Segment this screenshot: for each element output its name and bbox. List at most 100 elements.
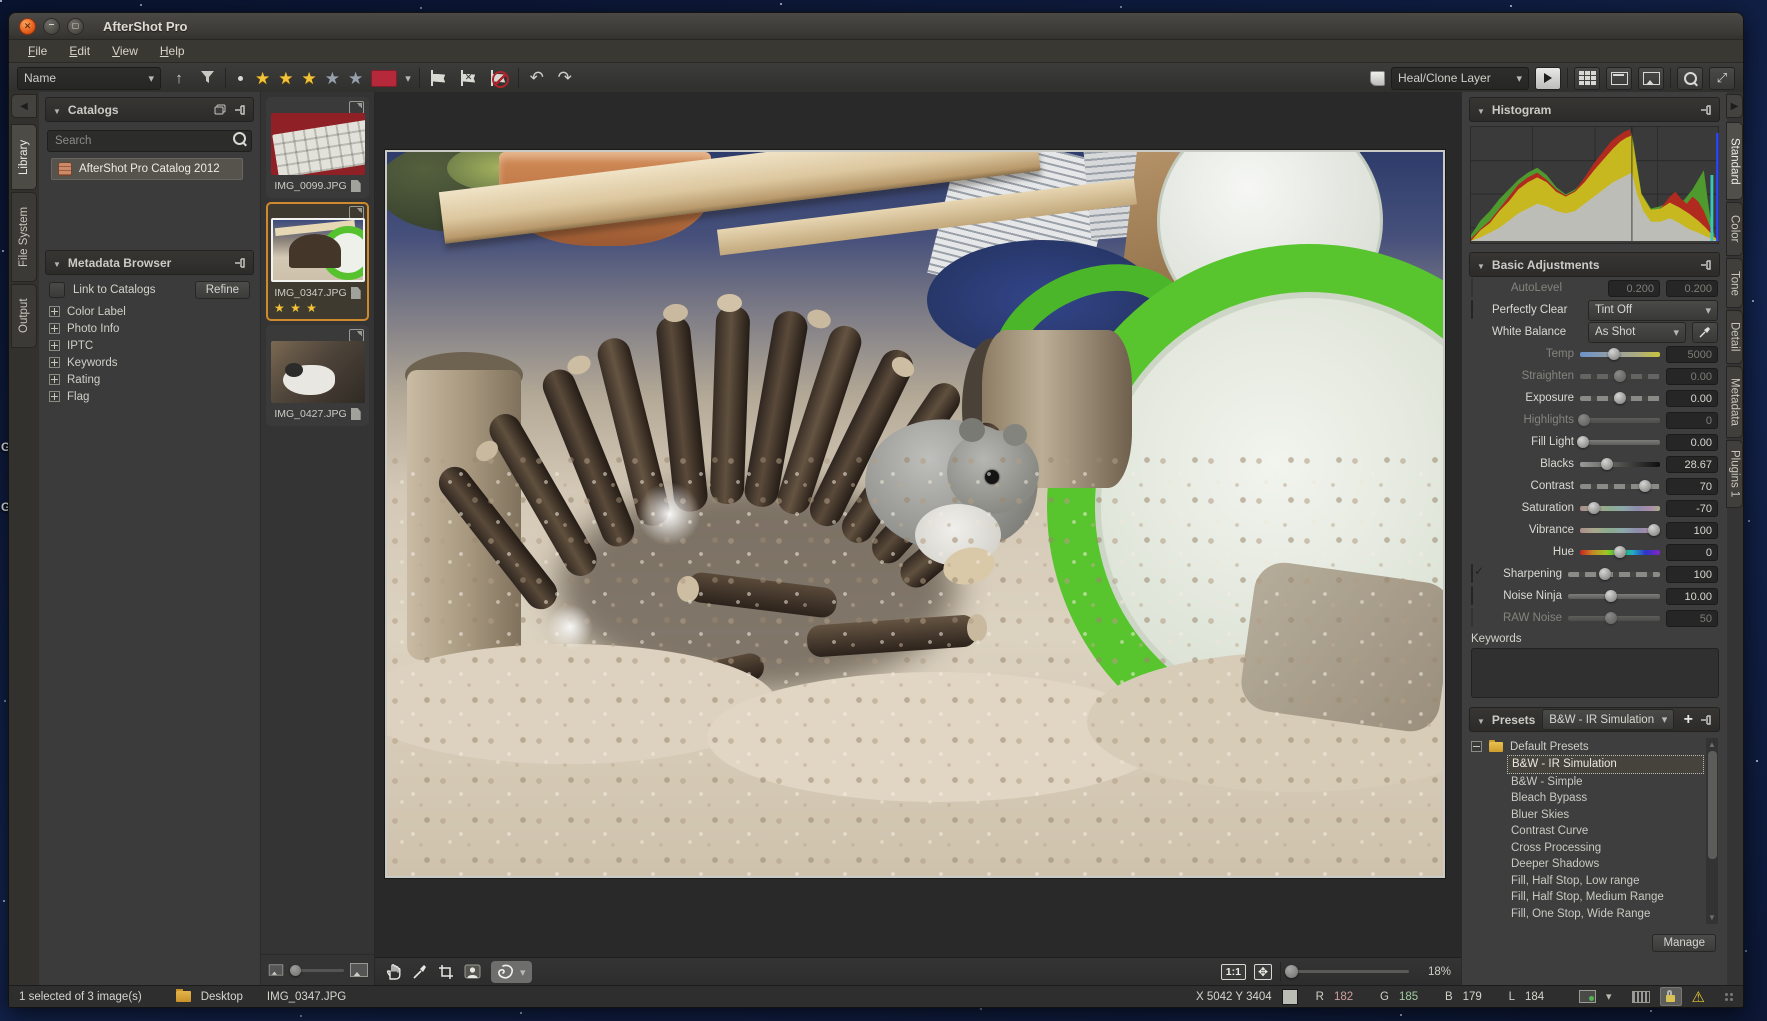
catalog-item[interactable]: AfterShot Pro Catalog 2012 (51, 158, 243, 180)
photo-canvas[interactable] (387, 152, 1443, 876)
preset-item[interactable]: Fill, Half Stop, Low range (1507, 873, 1704, 890)
preset-folder-row[interactable]: Default Presets (1471, 738, 1704, 755)
undo-icon[interactable] (527, 68, 547, 88)
pin-icon[interactable] (234, 104, 246, 116)
scrollbar-thumb[interactable] (1708, 751, 1717, 859)
contrast-slider[interactable] (1580, 484, 1660, 489)
preset-item[interactable]: Fill, One Stop, Wide Range (1507, 906, 1704, 923)
preset-item[interactable]: B&W - IR Simulation (1507, 755, 1704, 774)
magnifier-icon[interactable] (1677, 67, 1703, 90)
tab-metadata[interactable]: Metadata (1726, 366, 1743, 438)
expand-plus-icon[interactable] (49, 357, 60, 368)
minimize-icon[interactable] (43, 18, 60, 35)
tab-plugins-1[interactable]: Plugins 1 (1726, 440, 1743, 508)
slider-knob[interactable] (1588, 502, 1600, 514)
heal-clone-dropdown-caret[interactable] (520, 963, 526, 981)
slider-knob[interactable] (1614, 392, 1626, 404)
large-thumbnails-icon[interactable] (350, 963, 368, 977)
noise-ninja-checkbox[interactable] (1471, 586, 1473, 605)
expand-plus-icon[interactable] (49, 306, 60, 317)
tab-detail[interactable]: Detail (1726, 310, 1743, 364)
image-view-icon[interactable] (1638, 67, 1664, 90)
warning-icon[interactable]: ⚠ (1692, 988, 1705, 1006)
collapse-triangle-icon[interactable] (1477, 713, 1485, 727)
metadata-item-keywords[interactable]: Keywords (45, 354, 254, 371)
pin-icon[interactable] (1700, 104, 1712, 116)
white-balance-dropdown[interactable]: As Shot (1588, 322, 1686, 343)
presets-header[interactable]: Presets B&W - IR Simulation + (1469, 707, 1720, 732)
preset-item[interactable]: B&W - Simple (1507, 774, 1704, 791)
slider-knob[interactable] (1577, 436, 1589, 448)
highlights-slider[interactable] (1580, 418, 1660, 423)
raw-noise-slider[interactable] (1568, 616, 1660, 621)
small-thumbnails-icon[interactable] (269, 964, 283, 975)
flag-unpick-icon[interactable] (458, 69, 480, 87)
star-icon[interactable]: ★ (302, 70, 317, 87)
pin-icon[interactable] (234, 257, 246, 269)
slider-knob[interactable] (1578, 414, 1590, 426)
slider-knob[interactable] (1614, 546, 1626, 558)
tab-tone[interactable]: Tone (1726, 258, 1743, 308)
star-icon[interactable]: ★ (278, 70, 293, 87)
thumbnail-image[interactable] (271, 113, 365, 175)
lock-icon[interactable] (1660, 987, 1682, 1006)
maximize-icon[interactable] (67, 18, 84, 35)
preset-item[interactable]: Cross Processing (1507, 840, 1704, 857)
tab-output[interactable]: Output (11, 284, 37, 348)
sort-ascending-icon[interactable] (169, 70, 189, 87)
slider-knob[interactable] (290, 965, 301, 976)
straighten-slider[interactable] (1580, 374, 1660, 379)
catalog-search[interactable] (47, 130, 252, 152)
display-profile-caret[interactable] (1606, 990, 1612, 1003)
hue-value[interactable]: 0 (1666, 544, 1718, 561)
thumbnail-cell-selected[interactable]: IMG_0347.JPG ★ ★ ★ (266, 202, 369, 321)
tab-color[interactable]: Color (1726, 202, 1743, 256)
thumbnail-cell[interactable]: IMG_0427.JPG (266, 325, 369, 426)
temp-slider[interactable] (1580, 352, 1660, 357)
browse-view-icon[interactable] (1606, 67, 1632, 90)
collapse-right-panel-icon[interactable]: ▶ (1726, 94, 1743, 118)
noise-ninja-slider[interactable] (1568, 594, 1660, 599)
sharpening-slider[interactable] (1568, 572, 1660, 577)
thumbnail-rating-stars[interactable]: ★ ★ ★ (274, 301, 318, 315)
preset-dropdown[interactable]: B&W - IR Simulation (1542, 709, 1674, 730)
autolevel-value-1[interactable]: 0.200 (1608, 280, 1660, 297)
add-preset-icon[interactable]: + (1684, 711, 1693, 729)
preset-item[interactable]: Deeper Shadows (1507, 856, 1704, 873)
tab-file-system[interactable]: File System (11, 192, 37, 282)
temp-value[interactable]: 5000 (1666, 346, 1718, 363)
tab-library[interactable]: Library (11, 124, 37, 190)
scroll-down-icon[interactable]: ▼ (1706, 913, 1718, 922)
slider-knob[interactable] (1605, 612, 1617, 624)
zoom-1to1-button[interactable]: 1:1 (1221, 964, 1246, 980)
eyedropper-tool-icon[interactable] (412, 964, 428, 980)
rating-dot-icon[interactable] (238, 76, 243, 81)
slider-knob[interactable] (1599, 568, 1611, 580)
collapse-left-panel-icon[interactable]: ◀ (11, 94, 37, 118)
metadata-item-color-label[interactable]: Color Label (45, 303, 254, 320)
tint-dropdown[interactable]: Tint Off (1588, 300, 1718, 321)
metadata-item-photo-info[interactable]: Photo Info (45, 320, 254, 337)
manage-presets-button[interactable]: Manage (1652, 934, 1716, 952)
search-input[interactable] (53, 134, 233, 148)
blacks-slider[interactable] (1580, 462, 1660, 467)
vibrance-slider[interactable] (1580, 528, 1660, 533)
histogram-header[interactable]: Histogram (1469, 97, 1720, 122)
collapse-triangle-icon[interactable] (1477, 258, 1485, 272)
saturation-slider[interactable] (1580, 506, 1660, 511)
filter-icon[interactable] (197, 70, 217, 87)
color-label-swatch[interactable] (371, 70, 397, 87)
close-icon[interactable] (19, 18, 36, 35)
star-icon[interactable]: ★ (348, 70, 363, 87)
link-to-catalogs-checkbox[interactable] (49, 282, 65, 298)
vibrance-value[interactable]: 100 (1666, 522, 1718, 539)
slideshow-icon[interactable] (1535, 67, 1561, 90)
fullscreen-icon[interactable] (1709, 67, 1735, 90)
noise-ninja-value[interactable]: 10.00 (1666, 588, 1718, 605)
crop-tool-icon[interactable] (438, 964, 454, 980)
layer-selector-dropdown[interactable]: Heal/Clone Layer (1391, 67, 1529, 90)
keywords-input[interactable] (1471, 648, 1719, 698)
hue-slider[interactable] (1580, 550, 1660, 555)
thumbnail-image[interactable] (271, 218, 365, 282)
catalogs-header[interactable]: Catalogs (45, 97, 254, 122)
